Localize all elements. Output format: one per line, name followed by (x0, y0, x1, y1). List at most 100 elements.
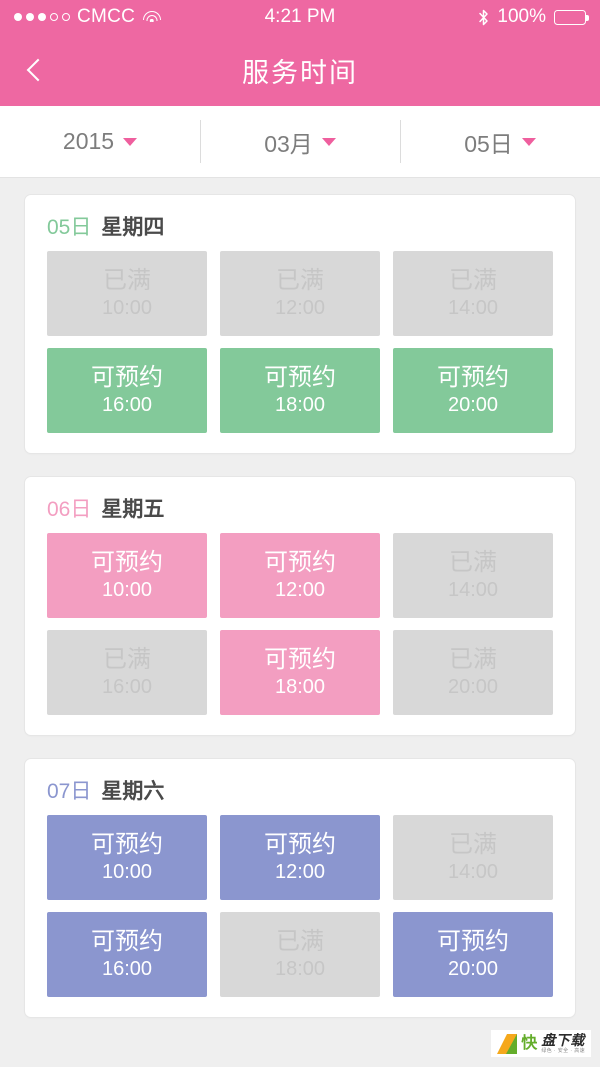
time-slot-status: 已满 (103, 646, 151, 674)
time-slot-status: 已满 (276, 928, 324, 956)
time-slot-status: 可预约 (264, 549, 336, 577)
time-slot-status: 可预约 (264, 646, 336, 674)
time-slot-status: 已满 (103, 267, 151, 295)
watermark: 快 盘下载 绿色 · 安全 · 高速 (491, 1030, 591, 1057)
time-slot-time: 10:00 (101, 578, 153, 601)
time-slot-full: 已满 14:00 (393, 251, 553, 336)
time-slot-time: 20:00 (447, 957, 499, 980)
time-slot-full: 已满 20:00 (393, 630, 553, 715)
month-value: 03月 (264, 130, 313, 157)
carrier-label: CMCC (77, 6, 136, 27)
time-slot-available[interactable]: 可预约 16:00 (47, 912, 207, 997)
caret-down-icon (321, 137, 336, 146)
k-logo-icon (497, 1033, 518, 1054)
time-slot-available[interactable]: 可预约 16:00 (47, 348, 207, 433)
time-slot-status: 已满 (449, 646, 497, 674)
watermark-brand: 快 (521, 1034, 538, 1052)
day-card-header: 05日 星期四 (47, 211, 553, 241)
caret-down-icon (521, 137, 536, 146)
time-slot-grid: 已满 10:00 已满 12:00 已满 14:00 可预约 16:00 可预约 18:00 可预约… (47, 251, 553, 433)
month-selector[interactable]: 03月 (200, 106, 400, 177)
time-slot-time: 12:00 (274, 860, 326, 883)
time-slot-status: 可预约 (264, 831, 336, 859)
time-slot-time: 10:00 (101, 296, 153, 319)
time-slot-available[interactable]: 可预约 18:00 (220, 630, 380, 715)
time-slot-status: 可预约 (264, 364, 336, 392)
time-slot-time: 18:00 (274, 393, 326, 416)
signal-dot (50, 13, 58, 21)
day-selector[interactable]: 05日 (400, 106, 600, 177)
time-slot-available[interactable]: 可预约 10:00 (47, 815, 207, 900)
day-card-header: 06日 星期五 (47, 493, 553, 523)
time-slot-full: 已满 16:00 (47, 630, 207, 715)
battery-percent-label: 100% (497, 6, 546, 27)
wifi-icon (142, 10, 161, 24)
time-slot-full: 已满 10:00 (47, 251, 207, 336)
time-slot-time: 18:00 (274, 957, 326, 980)
app-root: CMCC 4:21 PM 100% 服务时间 2015 03月 05日 05日 … (0, 0, 600, 1067)
time-slot-time: 12:00 (274, 578, 326, 601)
day-card-weekday: 星期六 (101, 780, 165, 803)
time-slot-available[interactable]: 可预约 20:00 (393, 348, 553, 433)
day-card-header: 07日 星期六 (47, 775, 553, 805)
signal-strength-icon (14, 13, 70, 21)
day-card-date: 07日 (47, 780, 92, 803)
time-slot-available[interactable]: 可预约 20:00 (393, 912, 553, 997)
watermark-text: 盘下载 绿色 · 安全 · 高速 (541, 1033, 585, 1054)
time-slot-status: 可预约 (437, 928, 509, 956)
time-slot-available[interactable]: 可预约 12:00 (220, 815, 380, 900)
day-card-date: 06日 (47, 498, 92, 521)
time-slot-full: 已满 18:00 (220, 912, 380, 997)
battery-icon (554, 9, 589, 25)
time-slot-time: 16:00 (101, 675, 153, 698)
time-slot-time: 20:00 (447, 393, 499, 416)
day-card-weekday: 星期四 (101, 216, 165, 239)
time-slot-grid: 可预约 10:00 可预约 12:00 已满 14:00 可预约 16:00 已满 18:00 可预… (47, 815, 553, 997)
day-card: 07日 星期六 可预约 10:00 可预约 12:00 已满 14:00 可预约 16:00 已满 1… (24, 758, 576, 1018)
time-slot-time: 18:00 (274, 675, 326, 698)
time-slot-status: 已满 (276, 267, 324, 295)
back-button[interactable] (0, 34, 70, 106)
time-slot-available[interactable]: 可预约 10:00 (47, 533, 207, 618)
time-slot-status: 可预约 (91, 928, 163, 956)
time-slot-status: 可预约 (91, 549, 163, 577)
time-slot-time: 14:00 (447, 860, 499, 883)
signal-dot (14, 13, 22, 21)
time-slot-available[interactable]: 可预约 12:00 (220, 533, 380, 618)
day-card-date: 05日 (47, 216, 92, 239)
schedule-list: 05日 星期四 已满 10:00 已满 12:00 已满 14:00 可预约 16:00 可预约 18… (0, 178, 600, 1018)
time-slot-time: 20:00 (447, 675, 499, 698)
time-slot-status: 已满 (449, 267, 497, 295)
day-card-weekday: 星期五 (101, 498, 165, 521)
nav-bar: 服务时间 (0, 34, 600, 106)
time-slot-time: 14:00 (447, 578, 499, 601)
year-selector[interactable]: 2015 (0, 106, 200, 177)
time-slot-available[interactable]: 可预约 18:00 (220, 348, 380, 433)
time-slot-time: 10:00 (101, 860, 153, 883)
time-slot-full: 已满 12:00 (220, 251, 380, 336)
signal-dot (26, 13, 34, 21)
time-slot-status: 可预约 (91, 364, 163, 392)
time-slot-status: 已满 (449, 831, 497, 859)
page-title: 服务时间 (242, 57, 358, 88)
year-value: 2015 (62, 128, 115, 154)
caret-down-icon (123, 137, 138, 146)
time-slot-full: 已满 14:00 (393, 815, 553, 900)
bluetooth-icon (478, 9, 489, 26)
time-slot-time: 14:00 (447, 296, 499, 319)
time-slot-status: 已满 (449, 549, 497, 577)
time-slot-time: 12:00 (274, 296, 326, 319)
time-slot-status: 可预约 (91, 831, 163, 859)
signal-dot (38, 13, 46, 21)
status-bar-left: CMCC (14, 6, 161, 28)
day-card: 05日 星期四 已满 10:00 已满 12:00 已满 14:00 可预约 16:00 可预约 18… (24, 194, 576, 454)
time-slot-time: 16:00 (101, 393, 153, 416)
time-slot-full: 已满 14:00 (393, 533, 553, 618)
date-picker-bar: 2015 03月 05日 (0, 106, 600, 178)
status-bar-right: 100% (478, 6, 589, 28)
day-value: 05日 (464, 130, 513, 157)
time-slot-grid: 可预约 10:00 可预约 12:00 已满 14:00 已满 16:00 可预约 18:00 已满… (47, 533, 553, 715)
watermark-name: 盘下载 (541, 1032, 585, 1048)
watermark-tagline: 绿色 · 安全 · 高速 (541, 1048, 585, 1054)
time-slot-time: 16:00 (101, 957, 153, 980)
